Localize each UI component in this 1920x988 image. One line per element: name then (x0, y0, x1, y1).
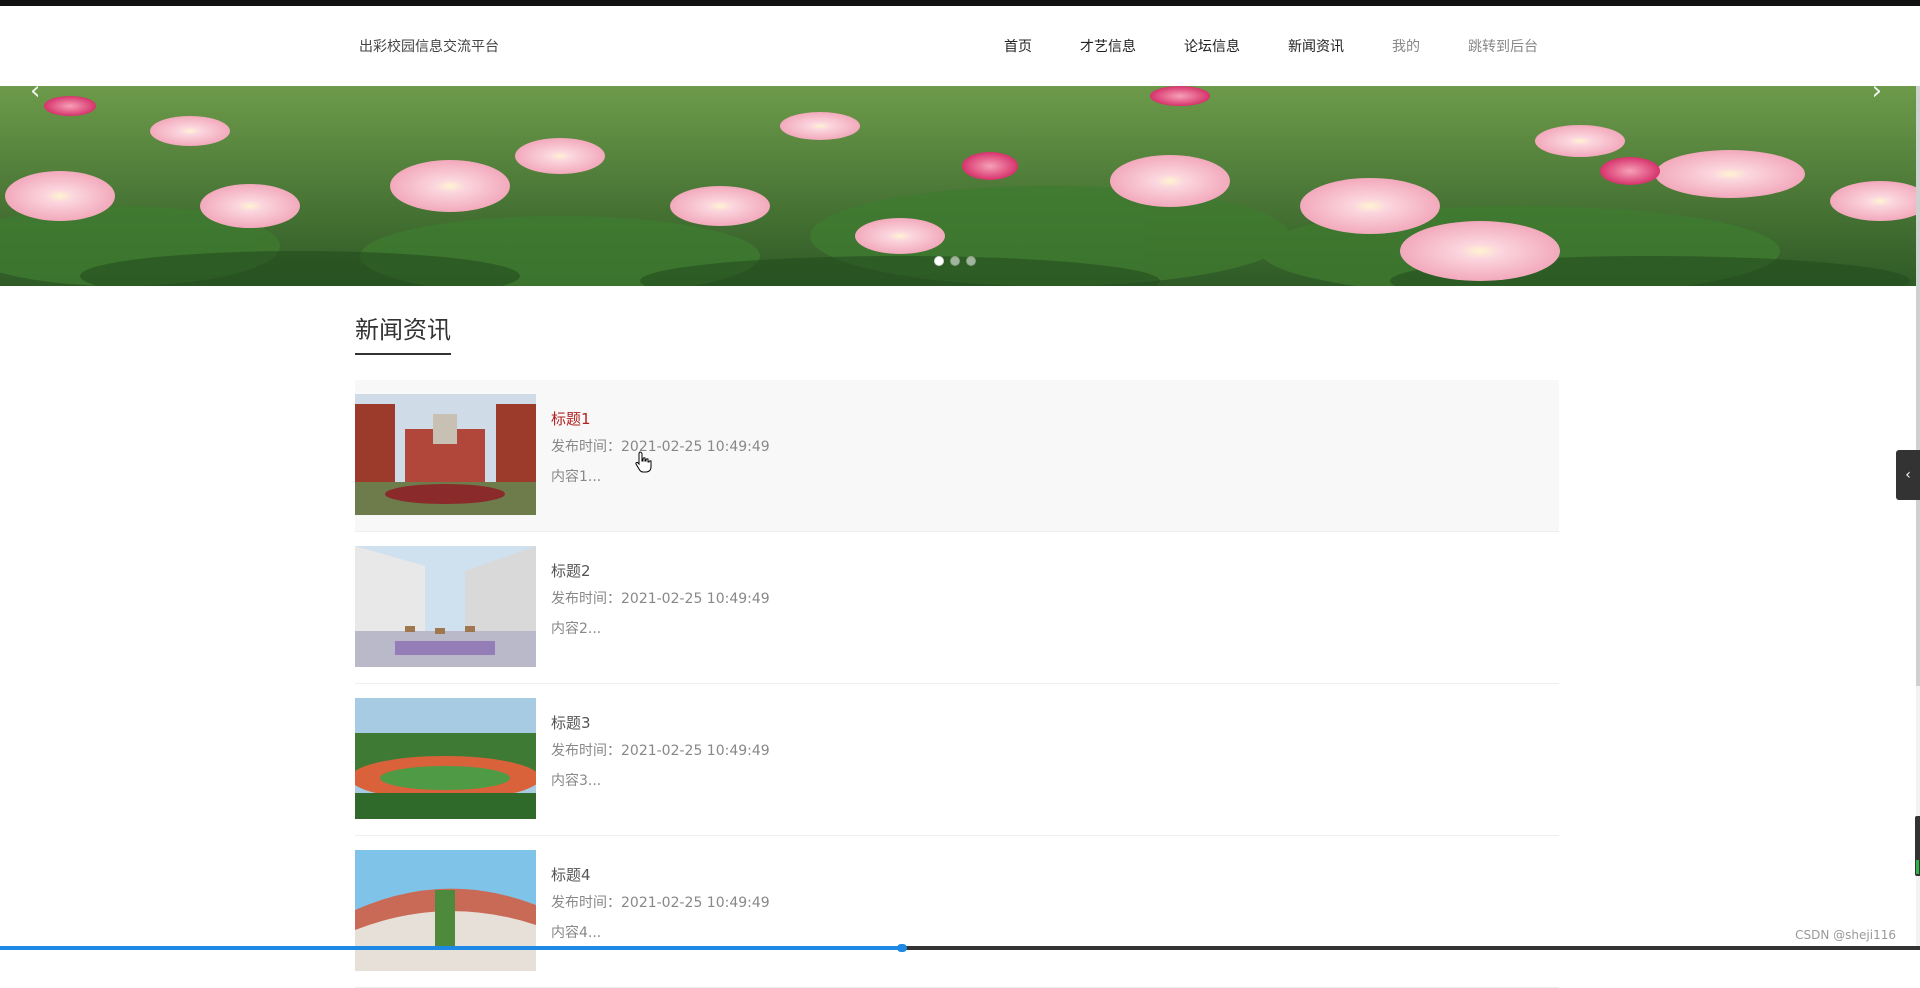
watermark: CSDN @sheji116 (1795, 928, 1896, 942)
carousel-dot-3[interactable] (966, 256, 976, 266)
news-title[interactable]: 标题2 (551, 560, 591, 581)
news-excerpt: 内容2... (551, 621, 602, 637)
news-publish-time: 发布时间：2021-02-25 10:49:49 (551, 743, 770, 759)
side-panel-toggle[interactable]: ‹ (1896, 450, 1920, 500)
nav-item-talent[interactable]: 才艺信息 (1080, 36, 1136, 56)
news-item[interactable]: 标题2 发布时间：2021-02-25 10:49:49 内容2... (355, 532, 1559, 684)
section-title: 新闻资讯 (355, 310, 451, 355)
news-title[interactable]: 标题4 (551, 864, 591, 885)
hand-cursor-icon (635, 451, 652, 473)
news-excerpt: 内容4... (551, 925, 602, 941)
nav-item-mine[interactable]: 我的 (1392, 36, 1420, 56)
news-publish-time: 发布时间：2021-02-25 10:49:49 (551, 895, 770, 911)
news-excerpt: 内容3... (551, 773, 602, 789)
banner-next-arrow[interactable]: › (1872, 86, 1882, 104)
progress-handle[interactable] (897, 944, 907, 952)
nav-item-forum[interactable]: 论坛信息 (1184, 36, 1240, 56)
banner-prev-arrow[interactable]: ‹ (30, 86, 40, 104)
carousel-dots (934, 256, 976, 266)
news-item[interactable]: 标题1 发布时间：2021-02-25 10:49:49 内容1... (355, 380, 1559, 532)
carousel-dot-2[interactable] (950, 256, 960, 266)
site-title[interactable]: 出彩校园信息交流平台 (359, 36, 499, 56)
page-progress-bar[interactable] (0, 944, 1920, 952)
mini-scroll-indicator[interactable] (1915, 816, 1920, 876)
news-thumbnail[interactable] (355, 546, 536, 667)
banner-carousel[interactable]: ‹ › (0, 86, 1916, 286)
nav-item-news[interactable]: 新闻资讯 (1288, 36, 1344, 56)
news-thumbnail[interactable] (355, 394, 536, 515)
news-title[interactable]: 标题3 (551, 712, 591, 733)
scrollbar-thumb[interactable] (1916, 86, 1920, 686)
progress-fill (0, 946, 902, 950)
news-title[interactable]: 标题1 (551, 408, 591, 429)
nav-item-home[interactable]: 首页 (1004, 36, 1032, 56)
site-header: 出彩校园信息交流平台 首页 才艺信息 论坛信息 新闻资讯 我的 跳转到后台 (0, 6, 1916, 86)
news-item[interactable]: 标题4 发布时间：2021-02-25 10:49:49 内容4... (355, 836, 1559, 988)
main-nav: 首页 才艺信息 论坛信息 新闻资讯 我的 跳转到后台 (956, 36, 1538, 56)
news-thumbnail[interactable] (355, 850, 536, 971)
nav-item-backend[interactable]: 跳转到后台 (1468, 36, 1538, 56)
news-thumbnail[interactable] (355, 698, 536, 819)
news-publish-time: 发布时间：2021-02-25 10:49:49 (551, 591, 770, 607)
carousel-dot-1[interactable] (934, 256, 944, 266)
news-excerpt: 内容1... (551, 469, 602, 485)
news-publish-time: 发布时间：2021-02-25 10:49:49 (551, 439, 770, 455)
news-list: 标题1 发布时间：2021-02-25 10:49:49 内容1... 标题2 … (355, 380, 1559, 988)
news-item[interactable]: 标题3 发布时间：2021-02-25 10:49:49 内容3... (355, 684, 1559, 836)
chevron-left-icon: ‹ (1905, 467, 1911, 483)
